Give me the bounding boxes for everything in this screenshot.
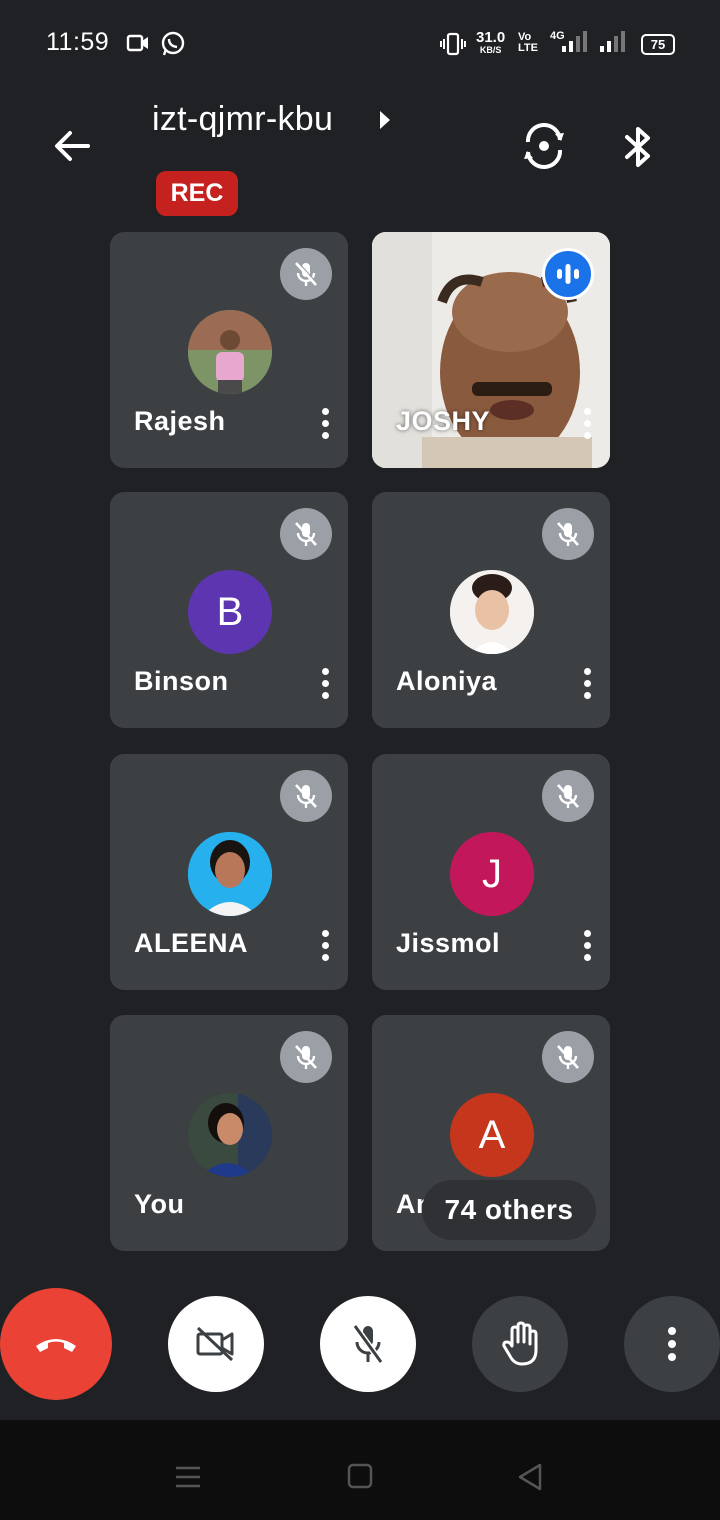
back-nav-icon[interactable]	[516, 1462, 544, 1492]
mic-toggle-button[interactable]	[320, 1296, 416, 1392]
avatar-photo	[188, 1093, 272, 1177]
switch-camera-icon[interactable]	[520, 122, 568, 170]
more-options-icon[interactable]	[318, 930, 332, 966]
participant-name: Jissmol	[396, 928, 501, 958]
net-speed: 31.0 KB/S	[476, 29, 506, 55]
mic-off-icon	[280, 508, 332, 560]
others-count-chip[interactable]: 74 others	[422, 1180, 596, 1240]
avatar-photo	[188, 832, 272, 916]
more-options-button[interactable]	[624, 1296, 720, 1392]
participant-name: Aloniya	[396, 666, 498, 696]
video-off-icon	[196, 1326, 234, 1362]
more-options-icon[interactable]	[580, 668, 594, 704]
volte-indicator: Vo LTE	[518, 31, 538, 54]
whatsapp-icon	[161, 31, 185, 56]
meeting-code[interactable]: izt-qjmr-kbu	[152, 100, 333, 139]
participant-name: ALEENA	[134, 928, 249, 958]
back-arrow-icon[interactable]	[52, 128, 92, 164]
mic-off-icon	[280, 248, 332, 300]
more-options-icon[interactable]	[318, 668, 332, 704]
participant-tile-rajesh[interactable]: Rajesh	[110, 232, 348, 468]
mic-off-icon	[352, 1324, 384, 1364]
more-options-icon[interactable]	[318, 408, 332, 444]
vibrate-icon	[440, 32, 466, 56]
menu-icon[interactable]	[174, 1464, 202, 1490]
participant-tile-aloniya[interactable]: Aloniya	[372, 492, 610, 728]
end-call-button[interactable]	[0, 1288, 112, 1400]
system-nav-bar	[0, 1420, 720, 1520]
hang-up-icon	[36, 1339, 76, 1352]
signal-icon-2	[600, 31, 625, 52]
more-vert-icon	[668, 1327, 676, 1361]
avatar-letter: J	[450, 832, 534, 916]
signal-icon	[562, 31, 587, 52]
participant-name: Binson	[134, 666, 229, 696]
mic-off-icon	[542, 770, 594, 822]
participant-tile-aleena[interactable]: ALEENA	[110, 754, 348, 990]
status-bar: 11:59 31.0 KB/S Vo LTE 4G 75	[0, 0, 720, 88]
participant-name: JOSHY	[396, 406, 491, 436]
hand-icon	[502, 1321, 538, 1366]
speaking-indicator-icon	[542, 248, 594, 300]
caret-right-icon[interactable]	[378, 110, 392, 130]
video-camera-icon	[126, 34, 148, 52]
participant-name: Rajesh	[134, 406, 226, 436]
camera-toggle-button[interactable]	[168, 1296, 264, 1392]
more-options-icon[interactable]	[580, 408, 594, 444]
mic-off-icon	[542, 508, 594, 560]
avatar-photo	[188, 310, 272, 394]
mic-off-icon	[280, 770, 332, 822]
battery-indicator: 75	[641, 34, 675, 55]
avatar-photo	[450, 570, 534, 654]
avatar-letter: A	[450, 1093, 534, 1177]
home-icon[interactable]	[346, 1462, 374, 1490]
participant-name: You	[134, 1189, 185, 1219]
status-time: 11:59	[46, 28, 110, 56]
participant-tile-binson[interactable]: B Binson	[110, 492, 348, 728]
participant-tile-jissmol[interactable]: J Jissmol	[372, 754, 610, 990]
mic-off-icon	[542, 1031, 594, 1083]
participant-tile-you[interactable]: You	[110, 1015, 348, 1251]
participant-tile-joshy[interactable]: JOSHY	[372, 232, 610, 468]
more-options-icon[interactable]	[580, 930, 594, 966]
bluetooth-icon[interactable]	[622, 124, 654, 170]
raise-hand-button[interactable]	[472, 1296, 568, 1392]
rec-badge: REC	[156, 171, 238, 216]
avatar-letter: B	[188, 570, 272, 654]
mic-off-icon	[280, 1031, 332, 1083]
